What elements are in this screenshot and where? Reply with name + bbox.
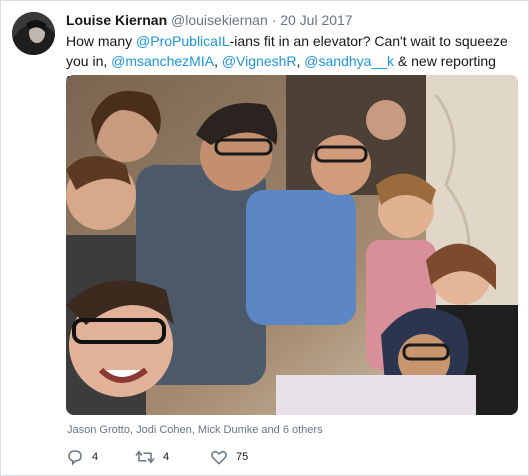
tweet-text-segment: How many <box>66 33 137 49</box>
tweet-header: Louise Kiernan @louisekiernan · 20 Jul 2… <box>66 11 521 29</box>
tagged-people[interactable]: Jason Grotto, Jodi Cohen, Mick Dumke and… <box>67 424 323 436</box>
like-button[interactable]: 75 <box>210 448 248 466</box>
mention-link[interactable]: @msanchezMIA <box>111 53 214 69</box>
avatar[interactable] <box>12 12 55 55</box>
mention-link[interactable]: @ProPublicaIL <box>136 33 230 49</box>
retweet-icon <box>135 450 155 464</box>
mention-link[interactable]: @sandhya__k <box>304 53 394 69</box>
display-name[interactable]: Louise Kiernan <box>66 12 167 28</box>
user-handle[interactable]: @louisekiernan <box>171 12 268 28</box>
reply-icon <box>68 450 82 466</box>
tweet-text-segment: , <box>214 53 222 69</box>
reply-count: 4 <box>92 451 99 463</box>
retweet-count: 4 <box>163 451 170 463</box>
tweet-photo[interactable] <box>66 75 518 415</box>
like-icon <box>211 450 227 465</box>
tweet-actions: 4 4 75 <box>66 448 366 468</box>
reply-button[interactable]: 4 <box>66 448 98 466</box>
separator-dot: · <box>271 12 277 28</box>
mention-link[interactable]: @VigneshR <box>222 53 297 69</box>
retweet-button[interactable]: 4 <box>135 448 169 466</box>
tweet-date[interactable]: 20 Jul 2017 <box>280 12 352 28</box>
like-count: 75 <box>236 451 249 463</box>
